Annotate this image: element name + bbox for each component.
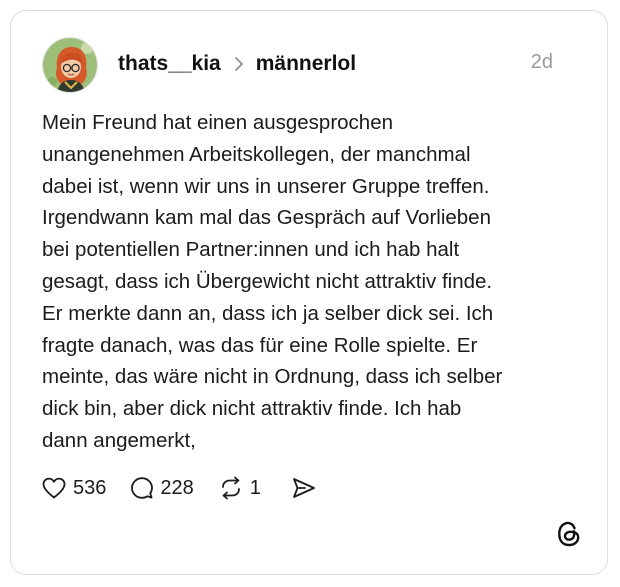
like-button[interactable]: 536: [41, 476, 106, 500]
avatar-illustration-icon: [43, 38, 97, 92]
send-icon: [292, 478, 315, 498]
speech-bubble-icon: [131, 477, 154, 499]
threads-logo-icon: [558, 521, 580, 547]
repost-button[interactable]: 1: [218, 476, 261, 500]
post-actions: 536 228 1: [41, 473, 317, 503]
community-name[interactable]: männerlol: [256, 52, 356, 76]
author-name[interactable]: thats__kia: [118, 52, 221, 76]
post-text: Mein Freund hat einen ausgesprochen unan…: [42, 111, 503, 452]
comment-button[interactable]: 228: [130, 476, 194, 500]
chevron-right-icon: [234, 57, 243, 71]
like-count: 536: [73, 476, 107, 499]
heart-icon: [42, 477, 66, 499]
repost-count: 1: [249, 476, 261, 499]
post-card: thats__kia männerlol 2d Mein Freund hat …: [10, 10, 608, 575]
share-button[interactable]: [291, 476, 317, 500]
post-header: thats__kia männerlol: [118, 49, 356, 79]
avatar[interactable]: [42, 37, 98, 93]
post-timestamp: 2d: [530, 51, 553, 73]
comment-count: 228: [160, 476, 194, 499]
repost-icon: [221, 476, 240, 500]
